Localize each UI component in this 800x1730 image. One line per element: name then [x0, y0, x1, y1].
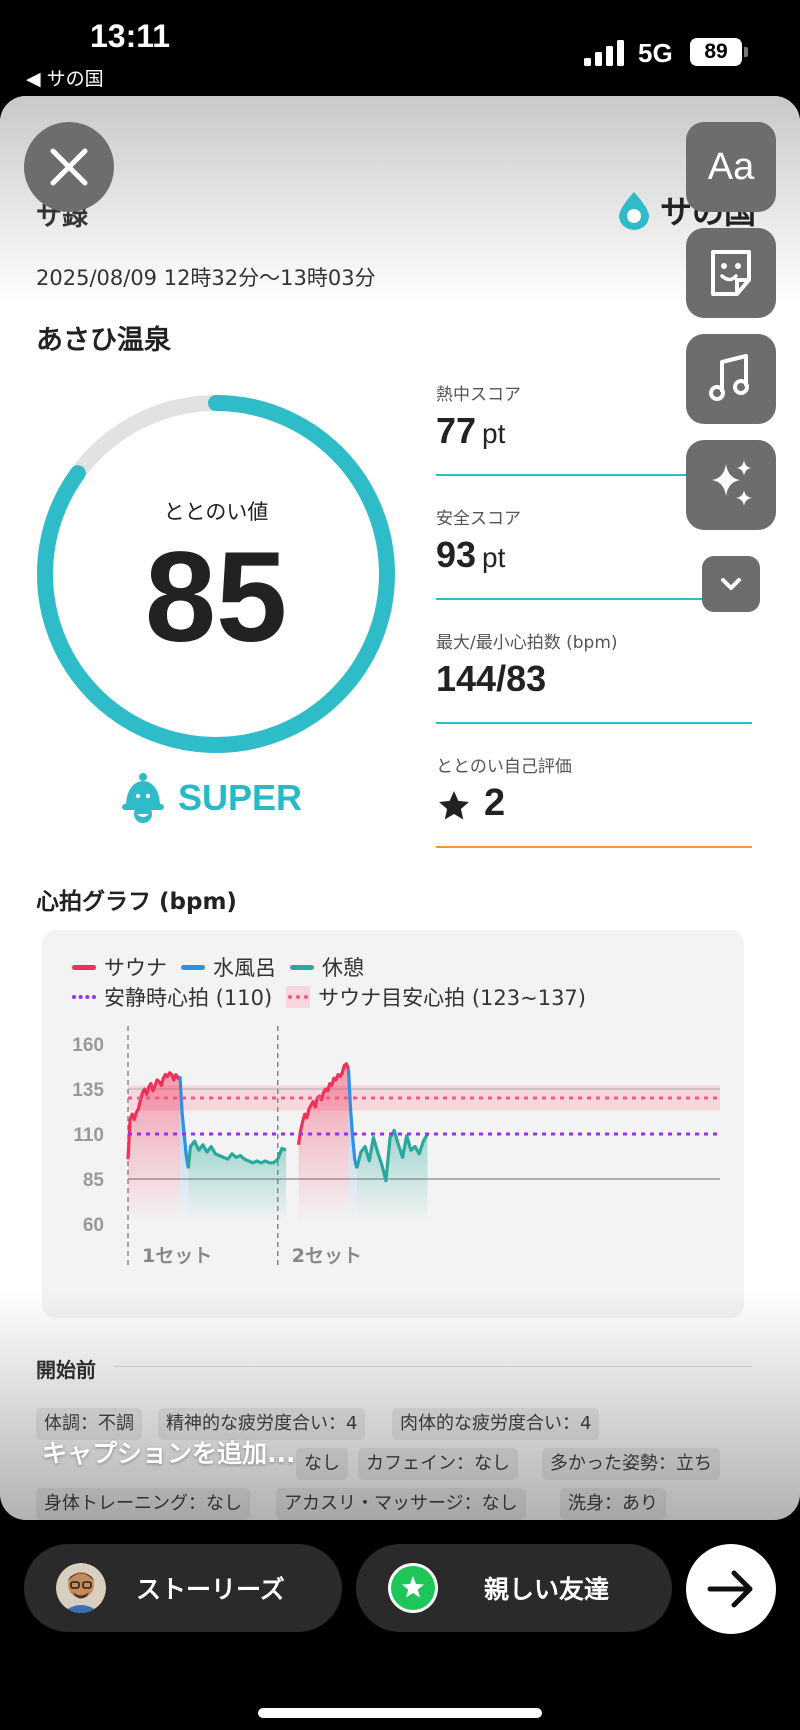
- sparkles-icon: [712, 460, 752, 506]
- bottom-shade: [0, 1290, 800, 1520]
- status-time: 13:11: [90, 18, 171, 54]
- drop-logo-icon: [619, 192, 649, 230]
- heart-rate-label: 最大/最小心拍数 (bpm): [436, 633, 618, 653]
- network-type: 5G: [638, 38, 673, 68]
- battery-icon: 89: [690, 38, 742, 66]
- y-tick-label: 60: [83, 1215, 104, 1236]
- gauge-value: 85: [144, 526, 288, 669]
- heat-score-label: 熱中スコア: [436, 385, 521, 405]
- rest-area: [188, 1141, 287, 1224]
- star-icon: [439, 791, 469, 820]
- posture-chip: 多かった姿勢：立ち: [542, 1448, 720, 1480]
- y-tick-label: 85: [83, 1170, 105, 1191]
- text-tool-button[interactable]: Aa: [686, 122, 776, 212]
- grade-badge: SUPER: [120, 772, 302, 824]
- next-button[interactable]: [686, 1544, 776, 1634]
- arrow-right-icon: [707, 1570, 753, 1608]
- misc-chip: なし: [296, 1448, 348, 1480]
- close-icon: [50, 148, 88, 186]
- status-bar: 13:11 ◀ サの国 5G 89: [0, 0, 800, 96]
- self-rating: ととのい自己評価 2: [436, 752, 752, 848]
- safety-score-label: 安全スコア: [436, 509, 521, 529]
- battery-tip: [744, 47, 748, 57]
- signal-icon: [584, 40, 624, 66]
- facility-name: あさひ温泉: [36, 325, 171, 356]
- music-button[interactable]: [686, 334, 776, 424]
- heart-chart-title: 心拍グラフ (bpm): [36, 889, 237, 915]
- heart-rate-range: 最大/最小心拍数 (bpm) 144/83: [436, 628, 752, 724]
- set-label: 2セット: [292, 1245, 362, 1267]
- music-icon: [709, 354, 749, 401]
- close-friends-icon: [388, 1563, 438, 1613]
- heart-rate-value: 144/83: [436, 658, 547, 699]
- chart-legend: サウナ 水風呂 休憩 安静時心拍 (110) サウナ目安心拍 (123~137): [72, 952, 586, 1012]
- sticker-button[interactable]: [686, 228, 776, 318]
- heat-score-value: 77 pt: [436, 410, 506, 451]
- back-to-app-link[interactable]: ◀ サの国: [26, 64, 104, 91]
- effects-button[interactable]: [686, 440, 776, 530]
- rest-area: [356, 1130, 428, 1224]
- legend-cold-bath: 水風呂: [181, 952, 276, 982]
- add-caption-field[interactable]: キャプションを追加...: [42, 1434, 296, 1470]
- y-tick-label: 135: [72, 1080, 104, 1101]
- before-section-title: 開始前: [36, 1358, 96, 1382]
- physical-fatigue-chip: 肉体的な疲労度合い：4: [392, 1408, 600, 1440]
- body-wash-chip: 洗身：あり: [560, 1488, 666, 1520]
- home-indicator: [258, 1708, 542, 1718]
- avatar: [56, 1563, 106, 1613]
- text-icon: Aa: [707, 146, 755, 188]
- legend-sauna-target: サウナ目安心拍 (123~137): [286, 982, 586, 1012]
- session-date: 2025/08/09 12時32分〜13時03分: [36, 266, 376, 290]
- close-button[interactable]: [24, 122, 114, 212]
- legend-resting-hr: 安静時心拍 (110): [72, 982, 272, 1012]
- sticker-icon: [711, 250, 751, 296]
- self-rating-value: 2: [484, 782, 506, 824]
- self-rating-label: ととのい自己評価: [436, 757, 572, 777]
- y-tick-label: 160: [72, 1035, 104, 1056]
- more-tools-button[interactable]: [702, 556, 760, 612]
- y-tick-label: 110: [73, 1125, 104, 1146]
- set-label: 1セット: [142, 1245, 212, 1267]
- grade-text: SUPER: [178, 777, 303, 818]
- section-divider: [114, 1366, 752, 1367]
- legend-sauna: サウナ: [72, 952, 167, 982]
- legend-rest: 休憩: [290, 952, 364, 982]
- safety-score-value: 93 pt: [436, 534, 506, 575]
- caffeine-chip: カフェイン：なし: [358, 1448, 518, 1480]
- close-friends-label: 親しい友達: [484, 1575, 610, 1604]
- heart-chart: 160 135 110 85 60 1セット 2セット サウナ 水風呂 休憩 安静時心拍 (…: [42, 930, 744, 1318]
- share-stories-button[interactable]: ストーリーズ: [24, 1544, 342, 1632]
- share-bar: ストーリーズ 親しい友達: [0, 1520, 800, 1730]
- stories-label: ストーリーズ: [136, 1575, 285, 1604]
- story-card: サ録 サの国 2025/08/09 12時32分〜13時03分 あさひ温泉 とと…: [0, 96, 800, 1520]
- chevron-down-icon: [721, 578, 741, 590]
- gauge-label: ととのい値: [163, 500, 269, 524]
- sauna-hat-icon: [122, 773, 164, 823]
- massage-chip: アカスリ・マッサージ：なし: [276, 1488, 526, 1520]
- share-close-friends-button[interactable]: 親しい友達: [356, 1544, 672, 1632]
- training-chip: 身体トレーニング：なし: [36, 1488, 250, 1520]
